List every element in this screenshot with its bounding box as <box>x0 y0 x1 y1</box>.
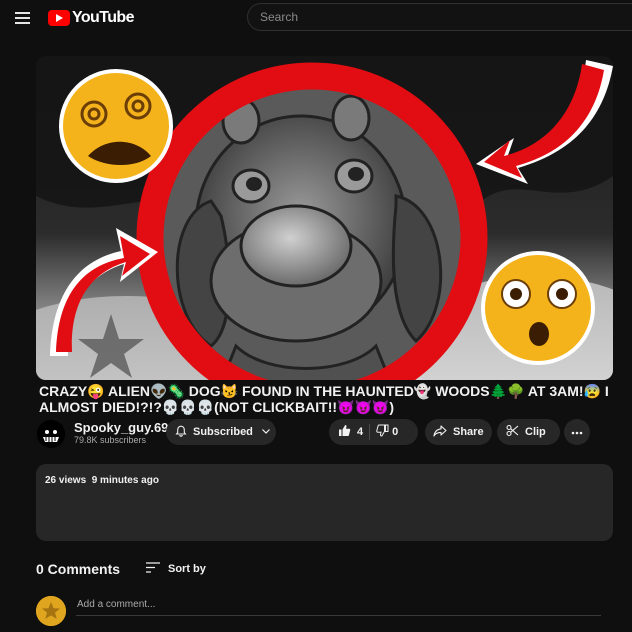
dizzy-emoji <box>59 69 173 183</box>
video-thumbnail[interactable] <box>36 56 613 380</box>
view-count: 26 views <box>45 475 87 486</box>
add-comment-input[interactable] <box>76 596 601 616</box>
star-icon <box>36 596 66 626</box>
sort-by-label: Sort by <box>168 563 206 575</box>
description-meta: 26 views 9 minutes ago <box>45 475 159 486</box>
like-icon <box>338 424 351 440</box>
dislike-count: 0 <box>392 426 399 438</box>
clip-button[interactable]: Clip <box>497 419 560 445</box>
upload-time: 9 minutes ago <box>91 475 159 486</box>
logo-text: YouTube <box>72 9 134 26</box>
sort-by-button[interactable]: Sort by <box>146 560 206 578</box>
dislike-button[interactable]: 0 <box>376 424 398 440</box>
like-count: 4 <box>357 426 364 438</box>
like-divider <box>369 424 371 440</box>
subscriber-count: 79.8K subscribers <box>74 435 147 445</box>
subscribed-label: Subscribed <box>193 426 253 438</box>
channel-avatar[interactable] <box>37 420 65 448</box>
youtube-logo-icon <box>48 10 70 26</box>
clip-icon <box>506 424 519 440</box>
youtube-logo[interactable]: YouTube <box>48 9 134 27</box>
shocked-emoji <box>481 251 595 365</box>
share-icon <box>433 424 447 440</box>
menu-icon[interactable] <box>13 10 33 26</box>
chevron-down-icon <box>261 426 271 439</box>
video-title: CRAZY😜 ALIEN👽🦠 DOG😼 FOUND IN THE HAUNTED… <box>39 383 609 415</box>
share-button[interactable]: Share <box>425 419 492 445</box>
user-avatar <box>36 596 66 626</box>
bell-icon <box>175 425 187 440</box>
comment-count: 0 Comments <box>36 561 121 577</box>
description-box[interactable]: 26 views 9 minutes ago <box>36 464 613 541</box>
dislike-icon <box>376 424 389 440</box>
like-dislike-group: 4 0 <box>329 419 418 445</box>
more-actions-button[interactable] <box>564 419 590 445</box>
channel-name[interactable]: Spooky_guy.69 <box>74 420 168 435</box>
share-label: Share <box>453 426 484 438</box>
clip-label: Clip <box>525 426 546 438</box>
like-button[interactable]: 4 <box>338 424 363 440</box>
sort-icon <box>146 560 160 578</box>
search-input[interactable] <box>247 3 632 31</box>
subscribed-button[interactable]: Subscribed <box>166 419 276 445</box>
more-icon <box>571 426 583 438</box>
